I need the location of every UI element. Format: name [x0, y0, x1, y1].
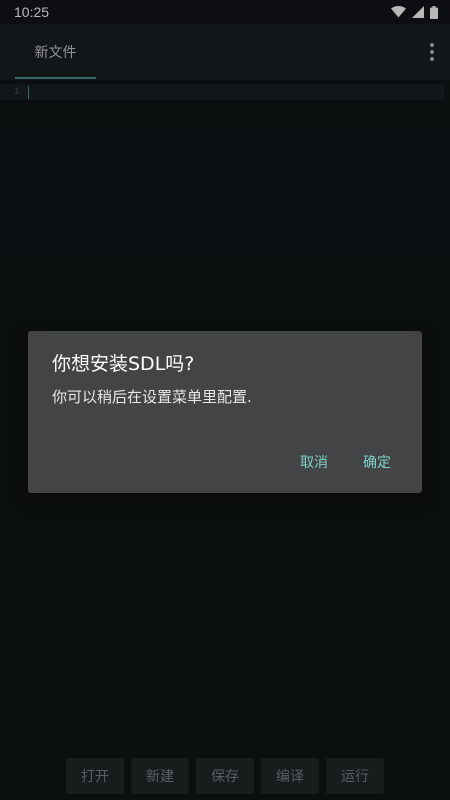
dialog-message: 你可以稍后在设置菜单里配置. [52, 388, 252, 406]
install-sdl-dialog: 你想安装SDL吗? 你可以稍后在设置菜单里配置. 取消 确定 [28, 331, 422, 493]
cancel-button[interactable]: 取消 [296, 449, 332, 475]
confirm-button[interactable]: 确定 [359, 449, 395, 475]
dialog-title: 你想安装SDL吗? [52, 353, 195, 375]
